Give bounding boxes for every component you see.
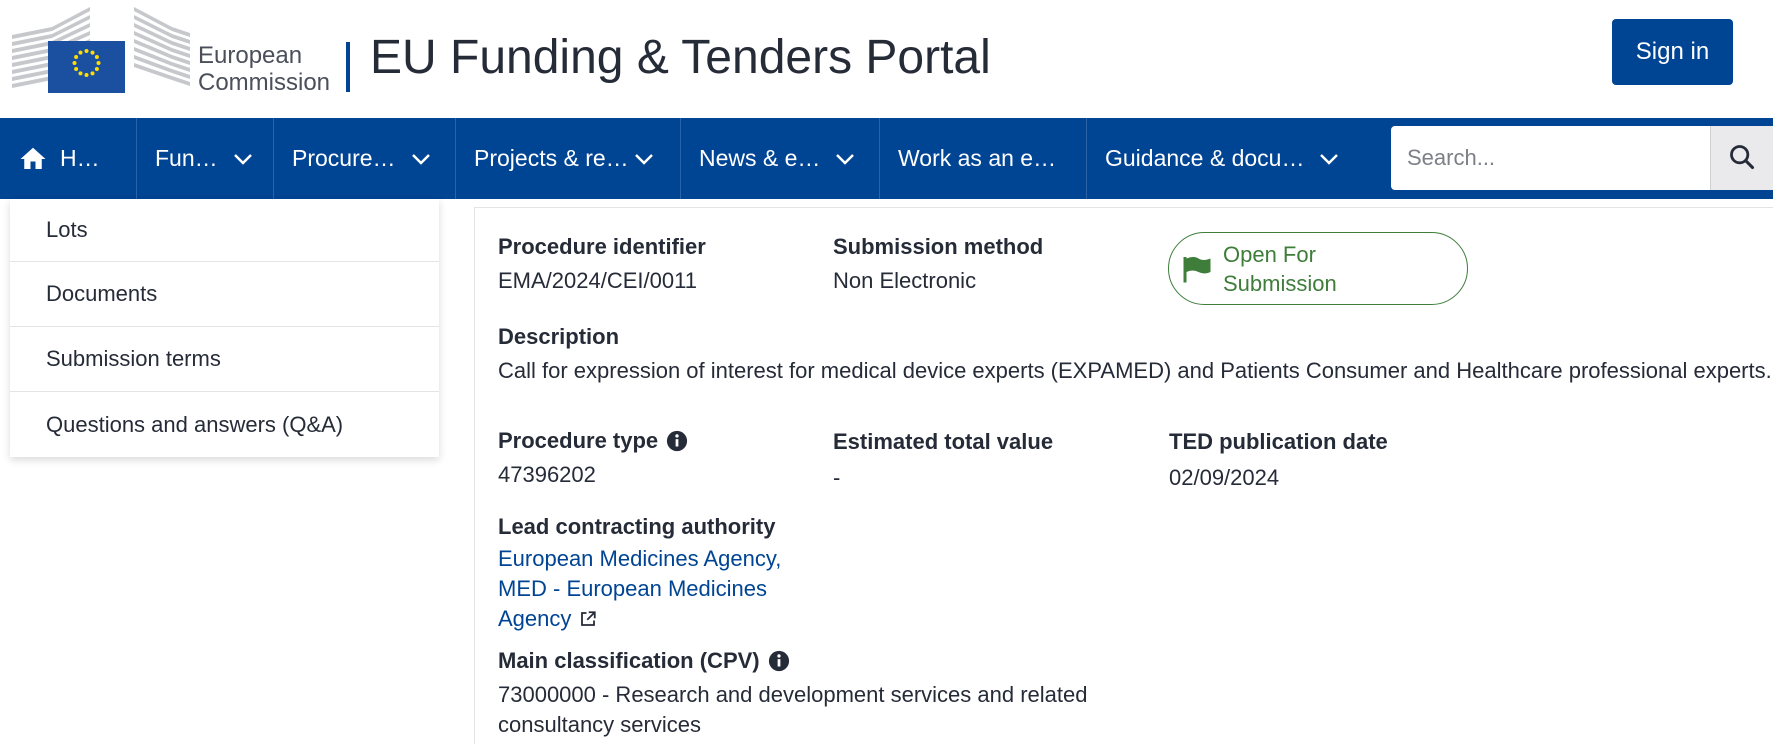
field-label: Procedure type <box>498 428 688 454</box>
search-input[interactable] <box>1391 126 1710 190</box>
chevron-down-icon <box>633 148 655 170</box>
lead-authority-link-text: European Medicines Agency, MED - Europea… <box>498 546 782 631</box>
field-value: 02/09/2024 <box>1169 465 1280 490</box>
chevron-down-icon <box>1318 148 1340 170</box>
nav-item-procurement[interactable]: Procure… <box>274 118 456 199</box>
nav-item-label: Fun… <box>155 145 218 171</box>
nav-item-home[interactable]: H… <box>0 118 137 199</box>
nav-item-work-as-expert[interactable]: Work as an e… <box>880 118 1087 199</box>
field-label: TED publication date <box>1169 429 1388 454</box>
field-label: Lead contracting authority <box>498 514 776 539</box>
field-value: - <box>833 465 841 490</box>
field-value: European Medicines Agency, MED - Europea… <box>498 544 788 634</box>
nav-item-guidance[interactable]: Guidance & docu… <box>1087 118 1391 199</box>
field-value: EMA/2024/CEI/0011 <box>498 268 697 293</box>
search-icon <box>1728 143 1756 174</box>
home-icon <box>18 144 48 174</box>
description-field: Description Call for expression of inter… <box>498 324 1773 386</box>
field-label: Submission method <box>833 234 1044 259</box>
search-bar <box>1391 126 1773 190</box>
nav-item-funding[interactable]: Fun… <box>137 118 274 199</box>
site-title[interactable]: EU Funding & Tenders Portal <box>370 30 991 85</box>
field-value: Non Electronic <box>833 268 977 293</box>
estimated-total-value-field: Estimated total value - <box>833 429 1053 493</box>
procedure-type-field: Procedure type 47396202 <box>498 428 688 490</box>
sign-in-button[interactable]: Sign in <box>1612 19 1733 85</box>
nav-item-label: H… <box>60 145 100 171</box>
side-menu-item-qa[interactable]: Questions and answers (Q&A) <box>10 392 439 457</box>
flag-icon <box>1179 251 1215 287</box>
side-menu-item-submission-terms[interactable]: Submission terms <box>10 327 439 392</box>
chevron-down-icon <box>410 148 432 170</box>
nav-item-label: News & e… <box>699 145 821 171</box>
status-text: Open For Submission <box>1223 241 1337 296</box>
logo-text: European Commission <box>198 42 331 96</box>
external-link-icon <box>579 606 597 626</box>
info-icon[interactable] <box>666 430 688 452</box>
logo-divider <box>346 42 350 92</box>
field-label-text: Main classification (CPV) <box>498 648 760 673</box>
nav-item-label: Procure… <box>292 145 396 171</box>
nav-item-label: Work as an e… <box>898 145 1057 171</box>
field-label: Description <box>498 324 620 349</box>
field-label: Procedure identifier <box>498 234 706 259</box>
field-label: Main classification (CPV) <box>498 648 1178 674</box>
status-badge: Open For Submission <box>1168 232 1468 305</box>
side-menu-item-lots[interactable]: Lots <box>10 199 439 262</box>
field-label: Estimated total value <box>833 429 1054 454</box>
field-value: 47396202 <box>498 462 596 487</box>
field-label-text: Procedure type <box>498 428 659 453</box>
nav-item-label: Projects & re… <box>474 145 629 171</box>
nav-item-news[interactable]: News & e… <box>681 118 880 199</box>
procedure-identifier-field: Procedure identifier EMA/2024/CEI/0011 <box>498 234 706 296</box>
nav-item-label: Guidance & docu… <box>1105 145 1305 171</box>
field-value: Call for expression of interest for medi… <box>498 358 1772 383</box>
main-classification-field: Main classification (CPV) 73000000 - Res… <box>498 648 1178 740</box>
info-icon[interactable] <box>768 650 790 672</box>
search-button[interactable] <box>1710 126 1773 190</box>
chevron-down-icon <box>232 148 254 170</box>
site-header: European Commission EU Funding & Tenders… <box>0 0 1773 118</box>
chevron-down-icon <box>834 148 856 170</box>
lead-authority-link[interactable]: European Medicines Agency, MED - Europea… <box>498 546 781 631</box>
ted-publication-date-field: TED publication date 02/09/2024 <box>1169 429 1388 493</box>
nav-item-projects[interactable]: Projects & re… <box>456 118 681 199</box>
field-value: 73000000 - Research and development serv… <box>498 682 1088 737</box>
lead-contracting-authority-field: Lead contracting authority European Medi… <box>498 514 788 634</box>
side-menu: Lots Documents Submission terms Question… <box>10 199 439 457</box>
side-menu-item-documents[interactable]: Documents <box>10 262 439 327</box>
submission-method-field: Submission method Non Electronic <box>833 234 1043 296</box>
